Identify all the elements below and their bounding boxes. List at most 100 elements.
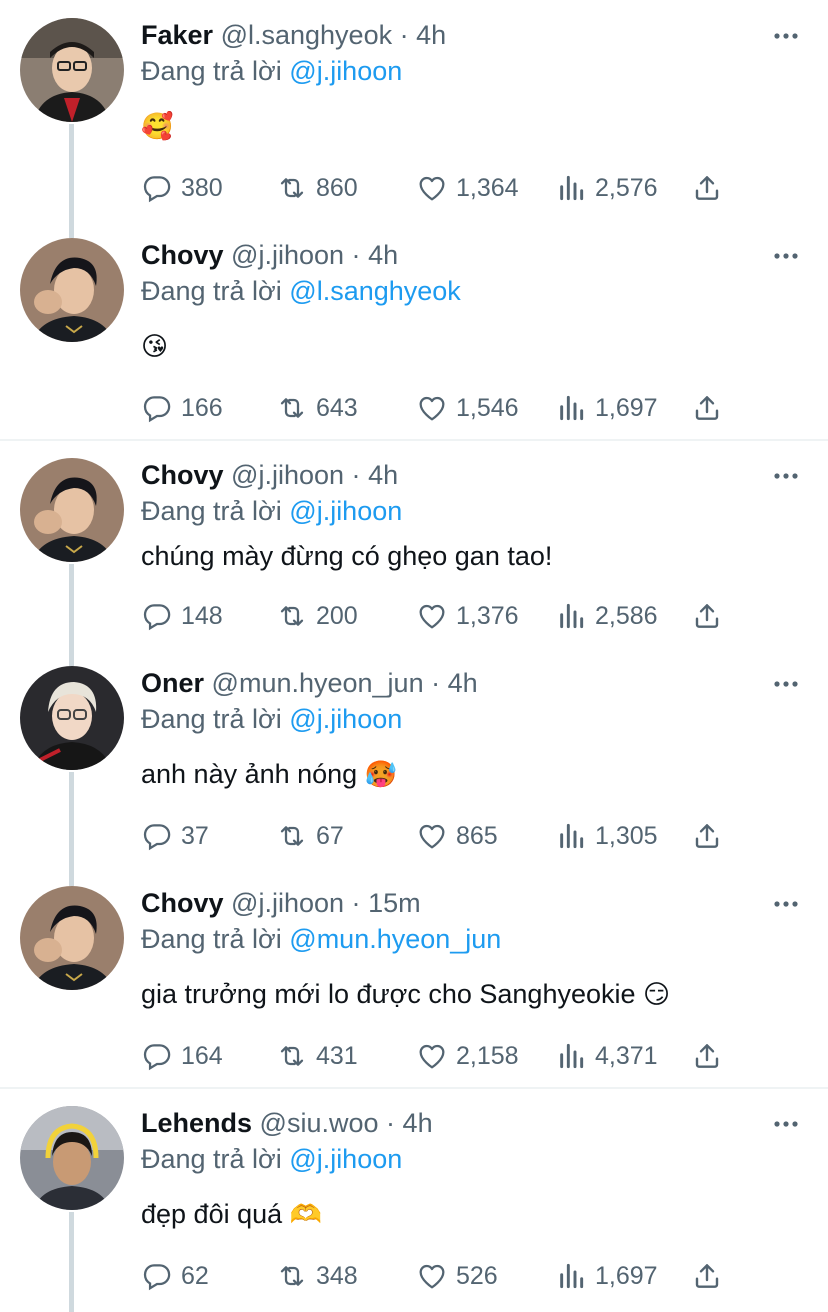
thread-line bbox=[69, 220, 74, 238]
like-button[interactable]: 2,158 bbox=[416, 1036, 519, 1076]
replying-prefix: Đang trả lời bbox=[141, 56, 282, 86]
handle[interactable]: @j.jihoon bbox=[231, 888, 344, 918]
reply-icon bbox=[143, 824, 171, 851]
handle[interactable]: @l.sanghyeok bbox=[221, 20, 393, 50]
display-name[interactable]: Chovy bbox=[141, 240, 224, 270]
avatar[interactable] bbox=[20, 458, 124, 562]
reply-count: 148 bbox=[181, 601, 223, 630]
emoji: 😏 bbox=[643, 979, 671, 1009]
reply-icon bbox=[143, 176, 171, 203]
replying-to: Đang trả lời @mun.hyeon_jun bbox=[141, 922, 501, 956]
timestamp[interactable]: 4h bbox=[368, 460, 398, 490]
like-button[interactable]: 1,376 bbox=[416, 596, 519, 636]
handle[interactable]: @j.jihoon bbox=[231, 240, 344, 270]
handle[interactable]: @j.jihoon bbox=[231, 460, 344, 490]
like-button[interactable]: 1,364 bbox=[416, 168, 519, 208]
timestamp[interactable]: 4h bbox=[403, 1108, 433, 1138]
reply-button[interactable]: 164 bbox=[141, 1036, 223, 1076]
reply-button[interactable]: 37 bbox=[141, 816, 209, 856]
avatar[interactable] bbox=[20, 18, 124, 122]
retweet-button[interactable]: 431 bbox=[276, 1036, 358, 1076]
tweet[interactable]: Chovy @j.jihoon · 15m Đang trả lời @mun.… bbox=[0, 868, 828, 1088]
views-button[interactable]: 2,586 bbox=[555, 596, 658, 636]
more-icon[interactable] bbox=[772, 462, 800, 490]
tweet[interactable]: Chovy @j.jihoon · 4h Đang trả lời @j.jih… bbox=[0, 440, 828, 648]
like-button[interactable]: 865 bbox=[416, 816, 498, 856]
timestamp[interactable]: 4h bbox=[416, 20, 446, 50]
reply-count: 164 bbox=[181, 1041, 223, 1070]
retweet-button[interactable]: 67 bbox=[276, 816, 344, 856]
separator-dot: · bbox=[386, 1108, 396, 1138]
reply-button[interactable]: 62 bbox=[141, 1256, 209, 1296]
handle[interactable]: @mun.hyeon_jun bbox=[212, 668, 424, 698]
tweet[interactable]: Faker @l.sanghyeok · 4h Đang trả lời @j.… bbox=[0, 0, 828, 220]
replying-prefix: Đang trả lời bbox=[141, 924, 282, 954]
share-icon bbox=[695, 604, 719, 628]
like-button[interactable]: 1,546 bbox=[416, 388, 519, 428]
tweet[interactable]: Lehends @siu.woo · 4h Đang trả lời @j.ji… bbox=[0, 1088, 828, 1312]
tweet[interactable]: Oner @mun.hyeon_jun · 4h Đang trả lời @j… bbox=[0, 648, 828, 868]
avatar[interactable] bbox=[20, 666, 124, 770]
reply-button[interactable]: 166 bbox=[141, 388, 223, 428]
retweet-button[interactable]: 200 bbox=[276, 596, 358, 636]
like-icon bbox=[419, 176, 445, 201]
tweet-text: đẹp đôi quá 🫶 bbox=[141, 1196, 322, 1232]
more-icon[interactable] bbox=[772, 1110, 800, 1138]
views-count: 2,576 bbox=[595, 173, 658, 202]
separator-dot: · bbox=[399, 20, 409, 50]
replying-to: Đang trả lời @j.jihoon bbox=[141, 54, 402, 88]
share-button[interactable] bbox=[691, 596, 723, 636]
like-button[interactable]: 526 bbox=[416, 1256, 498, 1296]
retweet-button[interactable]: 860 bbox=[276, 168, 358, 208]
share-button[interactable] bbox=[691, 1036, 723, 1076]
replying-to: Đang trả lời @j.jihoon bbox=[141, 494, 402, 528]
more-icon[interactable] bbox=[772, 890, 800, 918]
display-name[interactable]: Oner bbox=[141, 668, 204, 698]
mention-link[interactable]: @j.jihoon bbox=[289, 1144, 402, 1174]
tweet-header: Chovy @j.jihoon · 4h bbox=[141, 458, 398, 492]
reply-icon bbox=[143, 1044, 171, 1071]
display-name[interactable]: Faker bbox=[141, 20, 213, 50]
avatar[interactable] bbox=[20, 886, 124, 990]
reply-icon bbox=[143, 604, 171, 631]
views-button[interactable]: 4,371 bbox=[555, 1036, 658, 1076]
avatar[interactable] bbox=[20, 1106, 124, 1210]
tweet-text-content: chúng mày đừng có ghẹo gan tao! bbox=[141, 541, 553, 571]
reply-button[interactable]: 148 bbox=[141, 596, 223, 636]
display-name[interactable]: Chovy bbox=[141, 460, 224, 490]
more-icon[interactable] bbox=[772, 242, 800, 270]
retweet-button[interactable]: 348 bbox=[276, 1256, 358, 1296]
reply-count: 166 bbox=[181, 393, 223, 422]
timestamp[interactable]: 4h bbox=[448, 668, 478, 698]
mention-link[interactable]: @j.jihoon bbox=[289, 496, 402, 526]
views-button[interactable]: 1,305 bbox=[555, 816, 658, 856]
display-name[interactable]: Lehends bbox=[141, 1108, 252, 1138]
reply-button[interactable]: 380 bbox=[141, 168, 223, 208]
retweet-button[interactable]: 643 bbox=[276, 388, 358, 428]
mention-link[interactable]: @l.sanghyeok bbox=[289, 276, 461, 306]
more-icon[interactable] bbox=[772, 22, 800, 50]
mention-link[interactable]: @j.jihoon bbox=[289, 56, 402, 86]
like-icon bbox=[419, 604, 445, 629]
views-button[interactable]: 2,576 bbox=[555, 168, 658, 208]
mention-link[interactable]: @j.jihoon bbox=[289, 704, 402, 734]
views-button[interactable]: 1,697 bbox=[555, 1256, 658, 1296]
timestamp[interactable]: 4h bbox=[368, 240, 398, 270]
share-button[interactable] bbox=[691, 816, 723, 856]
handle[interactable]: @siu.woo bbox=[260, 1108, 379, 1138]
share-button[interactable] bbox=[691, 168, 723, 208]
more-icon[interactable] bbox=[772, 670, 800, 698]
tweet[interactable]: Chovy @j.jihoon · 4h Đang trả lời @l.san… bbox=[0, 220, 828, 440]
display-name[interactable]: Chovy bbox=[141, 888, 224, 918]
avatar[interactable] bbox=[20, 238, 124, 342]
action-bar: 380 860 1,364 2,576 bbox=[141, 168, 741, 208]
views-button[interactable]: 1,697 bbox=[555, 388, 658, 428]
share-button[interactable] bbox=[691, 1256, 723, 1296]
mention-link[interactable]: @mun.hyeon_jun bbox=[289, 924, 501, 954]
retweet-icon bbox=[280, 606, 304, 626]
timestamp[interactable]: 15m bbox=[368, 888, 421, 918]
views-icon bbox=[560, 823, 584, 849]
replying-to: Đang trả lời @j.jihoon bbox=[141, 702, 402, 736]
share-button[interactable] bbox=[691, 388, 723, 428]
action-bar: 148 200 1,376 2,586 bbox=[141, 596, 741, 636]
